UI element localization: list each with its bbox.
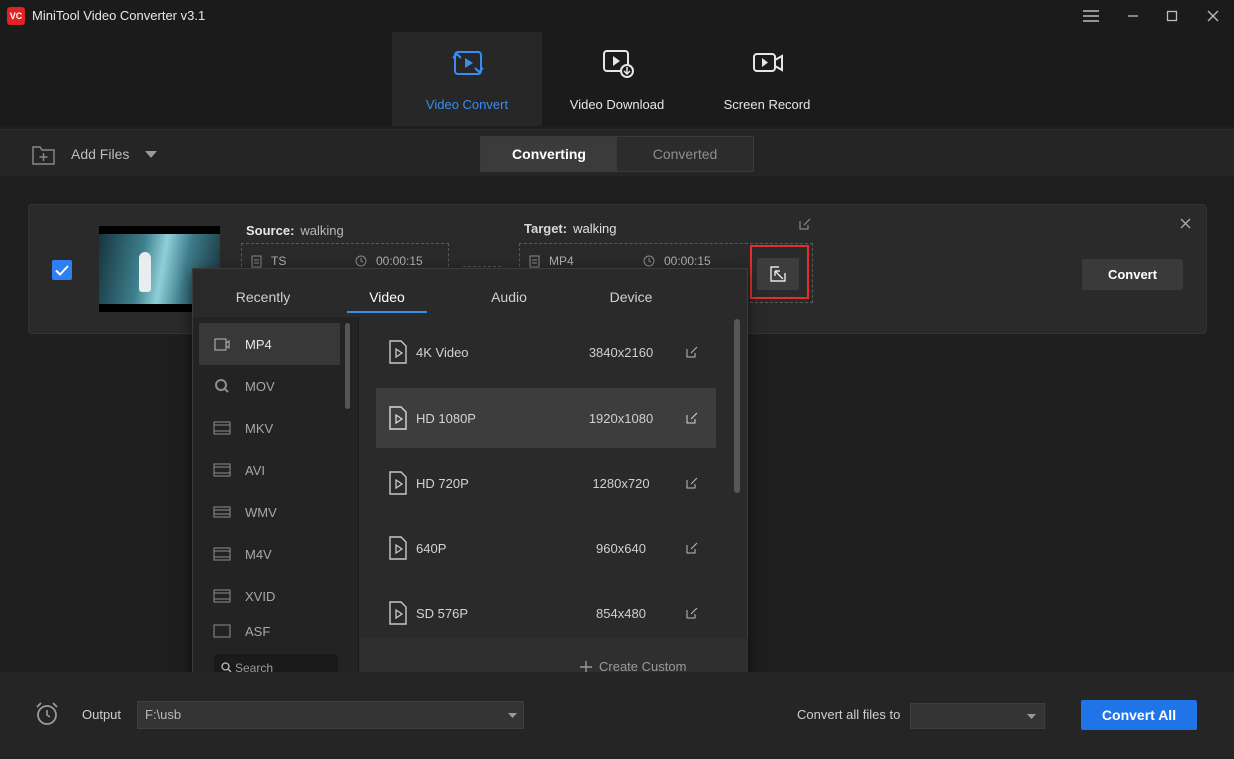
format-item-mkv[interactable]: MKV [199,407,340,449]
target-format: MP4 [529,254,574,268]
format-tabs: Recently Video Audio Device [193,269,749,317]
highlight-frame [750,245,809,299]
convert-button[interactable]: Convert [1082,259,1183,290]
clock-icon [643,255,655,267]
preset-list-scrollbar[interactable] [734,319,740,493]
tab-video[interactable]: Video [347,289,427,305]
source-info: Source: walking [246,223,344,238]
wmv-icon [213,504,231,520]
video-file-icon [389,601,407,625]
preset-item[interactable]: 4K Video 3840x2160 [376,322,716,382]
target-duration: 00:00:15 [643,254,711,268]
edit-preset-icon[interactable] [686,412,698,424]
format-panel: Recently Video Audio Device MP4 MOV MKV … [192,268,748,698]
convert-all-to-label: Convert all files to [797,707,901,722]
preset-item[interactable]: HD 720P 1280x720 [376,453,716,513]
tab-recently[interactable]: Recently [223,289,303,305]
schedule-alarm-icon[interactable] [34,701,60,727]
bottom-bar: Output F:\usb Convert all files to Conve… [0,672,1234,759]
mode-bar: Video Convert Video Download Screen Reco… [0,32,1234,126]
close-icon[interactable] [1202,6,1224,26]
source-label: Source: [246,223,295,238]
source-name: walking [300,223,344,238]
clock-icon [355,255,367,267]
tab-label: Video Download [569,97,665,112]
tab-underline [347,311,427,313]
remove-task-icon[interactable] [1180,218,1191,229]
format-list: MP4 MOV MKV AVI WMV M4V XVID ASF Search [193,317,359,698]
target-label: Target: [524,221,568,236]
preset-list: 4K Video 3840x2160 HD 1080P 1920x1080 HD… [360,317,748,638]
tab-device[interactable]: Device [591,289,671,305]
edit-name-icon[interactable] [799,218,811,230]
app-title: MiniTool Video Converter v3.1 [32,8,206,23]
plus-icon [580,660,592,673]
xvid-icon [213,588,231,604]
convert-all-button[interactable]: Convert All [1081,700,1197,730]
output-label: Output [82,707,122,722]
check-icon [55,264,69,276]
tab-label: Video Convert [425,97,509,112]
format-item-mov[interactable]: MOV [199,365,340,407]
tab-video-download[interactable]: Video Download [542,32,692,126]
menu-icon[interactable] [1080,6,1102,26]
video-file-icon [389,536,407,560]
tab-screen-record[interactable]: Screen Record [692,32,842,126]
convert-status-tabs: Converting Converted [480,136,754,172]
chevron-down-icon [508,713,517,718]
maximize-icon[interactable] [1161,6,1183,26]
edit-preset-icon[interactable] [686,477,698,489]
video-file-icon [389,406,407,430]
preset-item[interactable]: 640P 960x640 [376,518,716,578]
asf-icon [213,623,231,639]
file-icon [529,255,540,267]
format-item-avi[interactable]: AVI [199,449,340,491]
add-file-icon [32,145,55,165]
edit-preset-icon[interactable] [686,607,698,619]
edit-preset-icon[interactable] [686,542,698,554]
minimize-icon[interactable] [1122,6,1144,26]
tab-label: Screen Record [723,97,811,112]
screen-record-icon [753,53,783,72]
arrow-connector [463,266,501,267]
target-name: walking [573,221,617,236]
chevron-down-icon[interactable] [145,150,158,158]
format-item-mp4[interactable]: MP4 [199,323,340,365]
mov-icon [213,378,231,394]
video-convert-icon [452,51,484,75]
edit-preset-icon[interactable] [686,346,698,358]
convert-all-to-select[interactable] [910,703,1045,729]
video-file-icon [389,340,407,364]
m4v-icon [213,546,231,562]
toolbar: Add Files Converting Converted [0,129,1234,176]
video-file-icon [389,471,407,495]
output-path-select[interactable]: F:\usb [137,701,524,729]
format-item-xvid[interactable]: XVID [199,575,340,617]
task-checkbox[interactable] [52,260,72,280]
tab-converting[interactable]: Converting [481,137,617,171]
format-list-scrollbar[interactable] [345,323,350,409]
tab-audio[interactable]: Audio [469,289,549,305]
source-format: TS [251,254,286,268]
chevron-down-icon [1027,714,1036,719]
avi-icon [213,462,231,478]
preset-item[interactable]: SD 576P 854x480 [376,583,716,638]
add-files-label: Add Files [71,146,130,162]
title-bar: VC MiniTool Video Converter v3.1 [0,0,1234,32]
video-download-icon [603,50,634,78]
tab-video-convert[interactable]: Video Convert [392,32,542,126]
format-item-asf[interactable]: ASF [199,617,340,639]
format-item-wmv[interactable]: WMV [199,491,340,533]
tab-converted[interactable]: Converted [617,137,753,171]
file-icon [251,255,262,267]
source-duration: 00:00:15 [355,254,423,268]
format-item-m4v[interactable]: M4V [199,533,340,575]
add-files-button[interactable]: Add Files [32,142,158,166]
mp4-icon [213,336,231,352]
output-path-value: F:\usb [145,707,182,722]
mkv-icon [213,420,231,436]
preset-item[interactable]: HD 1080P 1920x1080 [376,388,716,448]
app-logo: VC [7,7,25,25]
target-info: Target: walking [524,221,616,236]
